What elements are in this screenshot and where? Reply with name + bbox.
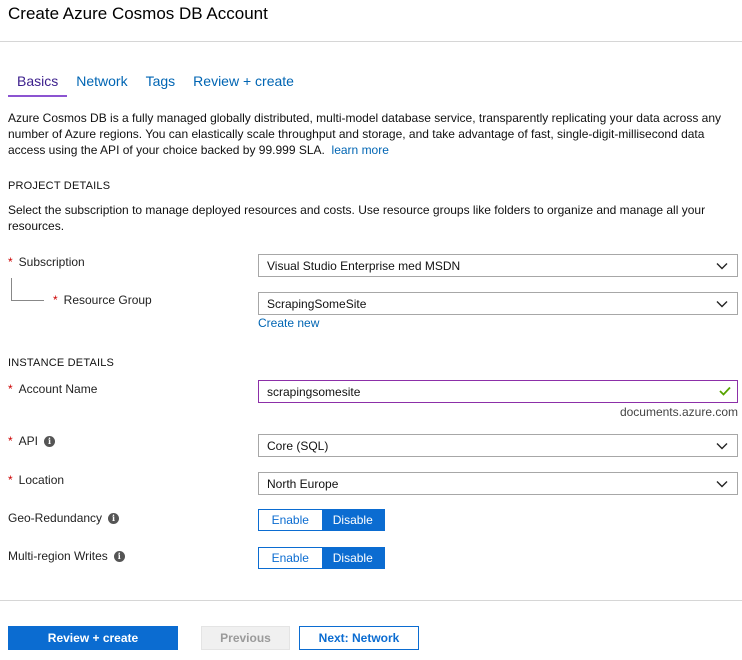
api-label: * API i xyxy=(8,434,56,448)
project-details-text: Select the subscription to manage deploy… xyxy=(8,203,706,233)
required-marker: * xyxy=(8,473,13,487)
account-name-label: * Account Name xyxy=(8,382,97,396)
tab-network[interactable]: Network xyxy=(67,69,136,97)
chevron-down-icon xyxy=(716,443,728,450)
chevron-down-icon xyxy=(716,301,728,308)
location-select[interactable]: North Europe xyxy=(258,472,738,495)
geo-redundancy-disable-button[interactable]: Disable xyxy=(321,510,384,530)
create-new-link[interactable]: Create new xyxy=(258,316,319,330)
tab-basics[interactable]: Basics xyxy=(8,69,68,97)
project-details-heading: PROJECT DETAILS xyxy=(8,180,111,192)
multi-region-disable-button[interactable]: Disable xyxy=(321,548,384,568)
learn-more-link[interactable]: learn more xyxy=(332,143,389,157)
geo-redundancy-label-text: Geo-Redundancy xyxy=(8,511,103,525)
tab-bar: Basics Network Tags Review + create xyxy=(8,69,303,97)
subscription-select[interactable]: Visual Studio Enterprise med MSDN xyxy=(258,254,738,277)
resource-group-label-text: Resource Group xyxy=(63,293,152,307)
chevron-down-icon xyxy=(716,263,728,270)
tab-tags[interactable]: Tags xyxy=(137,69,185,97)
location-label: * Location xyxy=(8,473,64,487)
required-marker: * xyxy=(8,382,13,396)
multi-region-writes-toggle: Enable Disable xyxy=(258,547,385,569)
footer-divider xyxy=(0,600,742,601)
resource-group-select[interactable]: ScrapingSomeSite xyxy=(258,292,738,315)
api-label-text: API xyxy=(18,434,39,448)
subscription-label-text: Subscription xyxy=(18,255,85,269)
account-name-suffix: documents.azure.com xyxy=(619,405,738,419)
checkmark-icon xyxy=(719,386,731,396)
account-name-label-text: Account Name xyxy=(18,382,98,396)
instance-details-heading: INSTANCE DETAILS xyxy=(8,357,115,369)
geo-redundancy-enable-button[interactable]: Enable xyxy=(259,510,322,530)
api-select[interactable]: Core (SQL) xyxy=(258,434,738,457)
next-network-button[interactable]: Next: Network xyxy=(299,626,419,650)
page-title: Create Azure Cosmos DB Account xyxy=(8,4,268,23)
location-value: North Europe xyxy=(267,476,339,491)
multi-region-writes-label-text: Multi-region Writes xyxy=(8,549,108,563)
tree-connector-horizontal xyxy=(11,300,44,301)
subscription-value: Visual Studio Enterprise med MSDN xyxy=(267,258,461,273)
account-name-value: scrapingsomesite xyxy=(267,384,361,399)
multi-region-enable-button[interactable]: Enable xyxy=(259,548,322,568)
account-name-input[interactable]: scrapingsomesite xyxy=(258,380,738,403)
chevron-down-icon xyxy=(716,481,728,488)
review-create-button[interactable]: Review + create xyxy=(8,626,178,650)
info-icon[interactable]: i xyxy=(113,550,125,562)
previous-button[interactable]: Previous xyxy=(201,626,290,650)
info-icon[interactable]: i xyxy=(108,512,120,524)
subscription-label: * Subscription xyxy=(8,255,85,269)
location-label-text: Location xyxy=(18,473,65,487)
info-icon[interactable]: i xyxy=(44,435,56,447)
required-marker: * xyxy=(8,434,13,448)
required-marker: * xyxy=(53,293,58,307)
description: Azure Cosmos DB is a fully managed globa… xyxy=(8,110,733,158)
resource-group-label: * Resource Group xyxy=(53,293,152,307)
tab-review-create[interactable]: Review + create xyxy=(184,69,303,97)
geo-redundancy-label: Geo-Redundancy i xyxy=(8,511,120,525)
tree-connector-vertical xyxy=(11,278,12,300)
api-value: Core (SQL) xyxy=(267,438,329,453)
geo-redundancy-toggle: Enable Disable xyxy=(258,509,385,531)
multi-region-writes-label: Multi-region Writes i xyxy=(8,549,125,563)
title-divider xyxy=(0,41,742,42)
resource-group-value: ScrapingSomeSite xyxy=(267,296,367,311)
required-marker: * xyxy=(8,255,13,269)
